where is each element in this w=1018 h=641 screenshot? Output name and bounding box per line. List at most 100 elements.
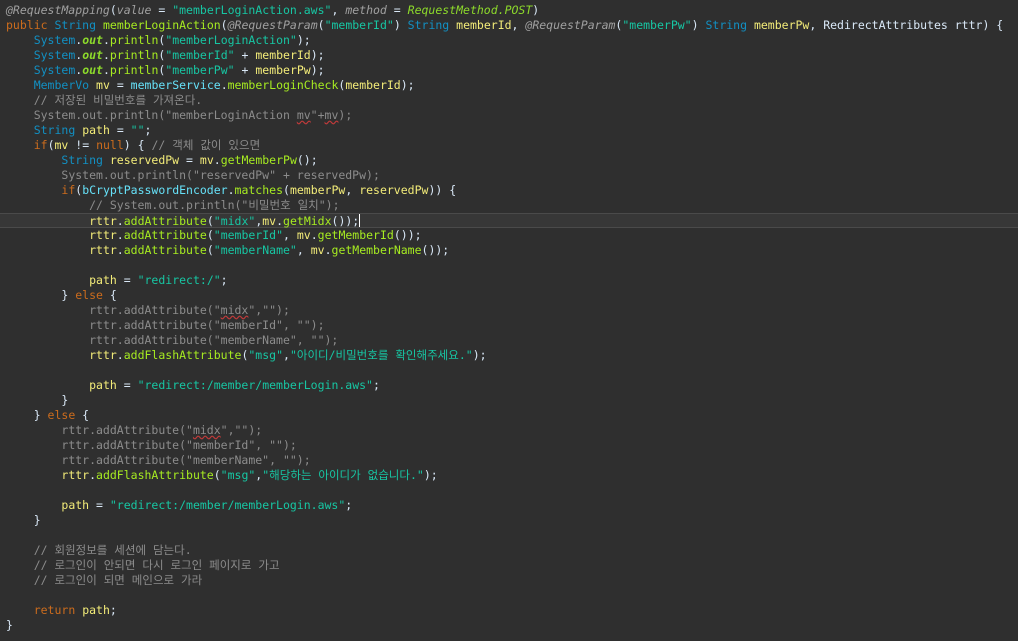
code-token: mv [296, 228, 311, 242]
code-token: , [511, 18, 526, 32]
code-token: ); [400, 78, 415, 92]
code-line[interactable]: // 로그인이 되면 메인으로 가라 [0, 573, 1018, 588]
code-line[interactable] [0, 363, 1018, 378]
code-token: memberId [456, 18, 512, 32]
code-token: mv [199, 153, 214, 167]
code-token: bCryptPasswordEncoder [82, 183, 228, 197]
code-line[interactable]: // 회원정보를 세션에 담는다. [0, 543, 1018, 558]
code-line[interactable]: rttr.addAttribute("memberName", mv.getMe… [0, 243, 1018, 258]
code-line[interactable]: if(mv != null) { // 객체 값이 있으면 [0, 138, 1018, 153]
code-token: rttr.addAttribute(" [89, 303, 221, 317]
code-token: rttr [89, 214, 117, 228]
code-token: // 로그인이 되면 메인으로 가라 [33, 573, 203, 587]
code-line[interactable] [0, 588, 1018, 603]
code-line[interactable]: rttr.addFlashAttribute("msg","아이디/비밀번호를 … [0, 348, 1018, 363]
code-token: . [324, 243, 332, 257]
code-line[interactable]: // System.out.println("비밀번호 일치"); [0, 198, 1018, 213]
code-line[interactable]: } [0, 513, 1018, 528]
code-token: "redirect:/member/memberLogin.aws" [137, 378, 373, 392]
code-line[interactable]: rttr.addAttribute("midx",""); [0, 303, 1018, 318]
code-editor[interactable]: @RequestMapping(value = "memberLoginActi… [0, 0, 1018, 641]
code-token: getMemberName [331, 243, 422, 257]
text-caret [359, 214, 361, 227]
code-token: // 객체 값이 있으면 [151, 138, 261, 152]
code-token: "memberId" [213, 228, 284, 242]
code-line[interactable]: path = "redirect:/member/memberLogin.aws… [0, 378, 1018, 393]
code-token: println [109, 63, 159, 77]
code-line[interactable]: path = "redirect:/"; [0, 273, 1018, 288]
code-line[interactable]: rttr.addAttribute("memberId", ""); [0, 318, 1018, 333]
code-line[interactable]: System.out.println("memberId" + memberId… [0, 48, 1018, 63]
code-token: memberLoginAction [102, 18, 221, 32]
code-token: ( [206, 214, 214, 228]
code-line[interactable]: rttr.addAttribute("memberName", ""); [0, 453, 1018, 468]
code-line[interactable]: System.out.println("reservedPw" + reserv… [0, 168, 1018, 183]
code-line[interactable]: if(bCryptPasswordEncoder.matches(memberP… [0, 183, 1018, 198]
code-line[interactable]: rttr.addAttribute("memberName", ""); [0, 333, 1018, 348]
code-token: . [116, 348, 124, 362]
code-line[interactable]: MemberVo mv = memberService.memberLoginC… [0, 78, 1018, 93]
code-line[interactable] [0, 258, 1018, 273]
code-token: addAttribute [123, 243, 207, 257]
code-token: ); [296, 33, 311, 47]
code-token: midx [220, 303, 249, 317]
code-token: . [227, 183, 235, 197]
code-token: ( [220, 18, 228, 32]
code-line[interactable] [0, 528, 1018, 543]
code-line[interactable]: System.out.println("memberPw" + memberPw… [0, 63, 1018, 78]
code-token: System [33, 63, 76, 77]
code-token: ; [345, 498, 353, 512]
code-area[interactable]: @RequestMapping(value = "memberLoginActi… [0, 3, 1018, 633]
code-token: ( [283, 183, 290, 197]
code-token: path [82, 123, 110, 137]
code-token: = [109, 123, 131, 137]
code-token: ( [109, 3, 117, 17]
code-token: memberService [130, 78, 221, 92]
code-line[interactable]: } [0, 393, 1018, 408]
code-line[interactable]: rttr.addAttribute("memberId", mv.getMemb… [0, 228, 1018, 243]
code-line[interactable]: System.out.println("memberLoginAction"); [0, 33, 1018, 48]
code-line[interactable]: } else { [0, 288, 1018, 303]
code-token: @RequestParam [227, 18, 318, 32]
code-line[interactable]: } else { [0, 408, 1018, 423]
code-line[interactable]: // 저장된 비밀번호를 가져온다. [0, 93, 1018, 108]
code-token: path [82, 603, 110, 617]
code-line[interactable]: public String memberLoginAction(@Request… [0, 18, 1018, 33]
code-token: ( [206, 228, 214, 242]
code-line[interactable]: rttr.addFlashAttribute("msg","해당하는 아이디가 … [0, 468, 1018, 483]
code-token: = [179, 153, 200, 167]
code-token: mv [296, 108, 311, 122]
code-line[interactable] [0, 483, 1018, 498]
code-line[interactable]: } [0, 618, 1018, 633]
code-line[interactable]: rttr.addAttribute("midx",mv.getMidx()); [0, 213, 1018, 228]
code-token: ); [472, 348, 487, 362]
code-line[interactable]: path = "redirect:/member/memberLogin.aws… [0, 498, 1018, 513]
code-token: "midx" [213, 214, 256, 228]
code-token: path [61, 498, 90, 512]
code-token: , [296, 243, 311, 257]
code-line[interactable]: rttr.addAttribute("midx",""); [0, 423, 1018, 438]
code-line[interactable]: String path = ""; [0, 123, 1018, 138]
code-token: ) [393, 18, 408, 32]
code-line[interactable]: // 로그인이 안되면 다시 로그인 페이지로 가고 [0, 558, 1018, 573]
code-line[interactable]: rttr.addAttribute("memberId", ""); [0, 438, 1018, 453]
code-token: "redirect:/" [137, 273, 221, 287]
code-token: out [82, 48, 103, 62]
code-token: ()); [393, 228, 422, 242]
code-line[interactable]: @RequestMapping(value = "memberLoginActi… [0, 3, 1018, 18]
code-line[interactable]: return path; [0, 603, 1018, 618]
code-line[interactable]: String reservedPw = mv.getMemberPw(); [0, 153, 1018, 168]
code-line[interactable]: System.out.println("memberLoginAction mv… [0, 108, 1018, 123]
code-token: rttr.addAttribute("memberName", ""); [89, 333, 339, 347]
